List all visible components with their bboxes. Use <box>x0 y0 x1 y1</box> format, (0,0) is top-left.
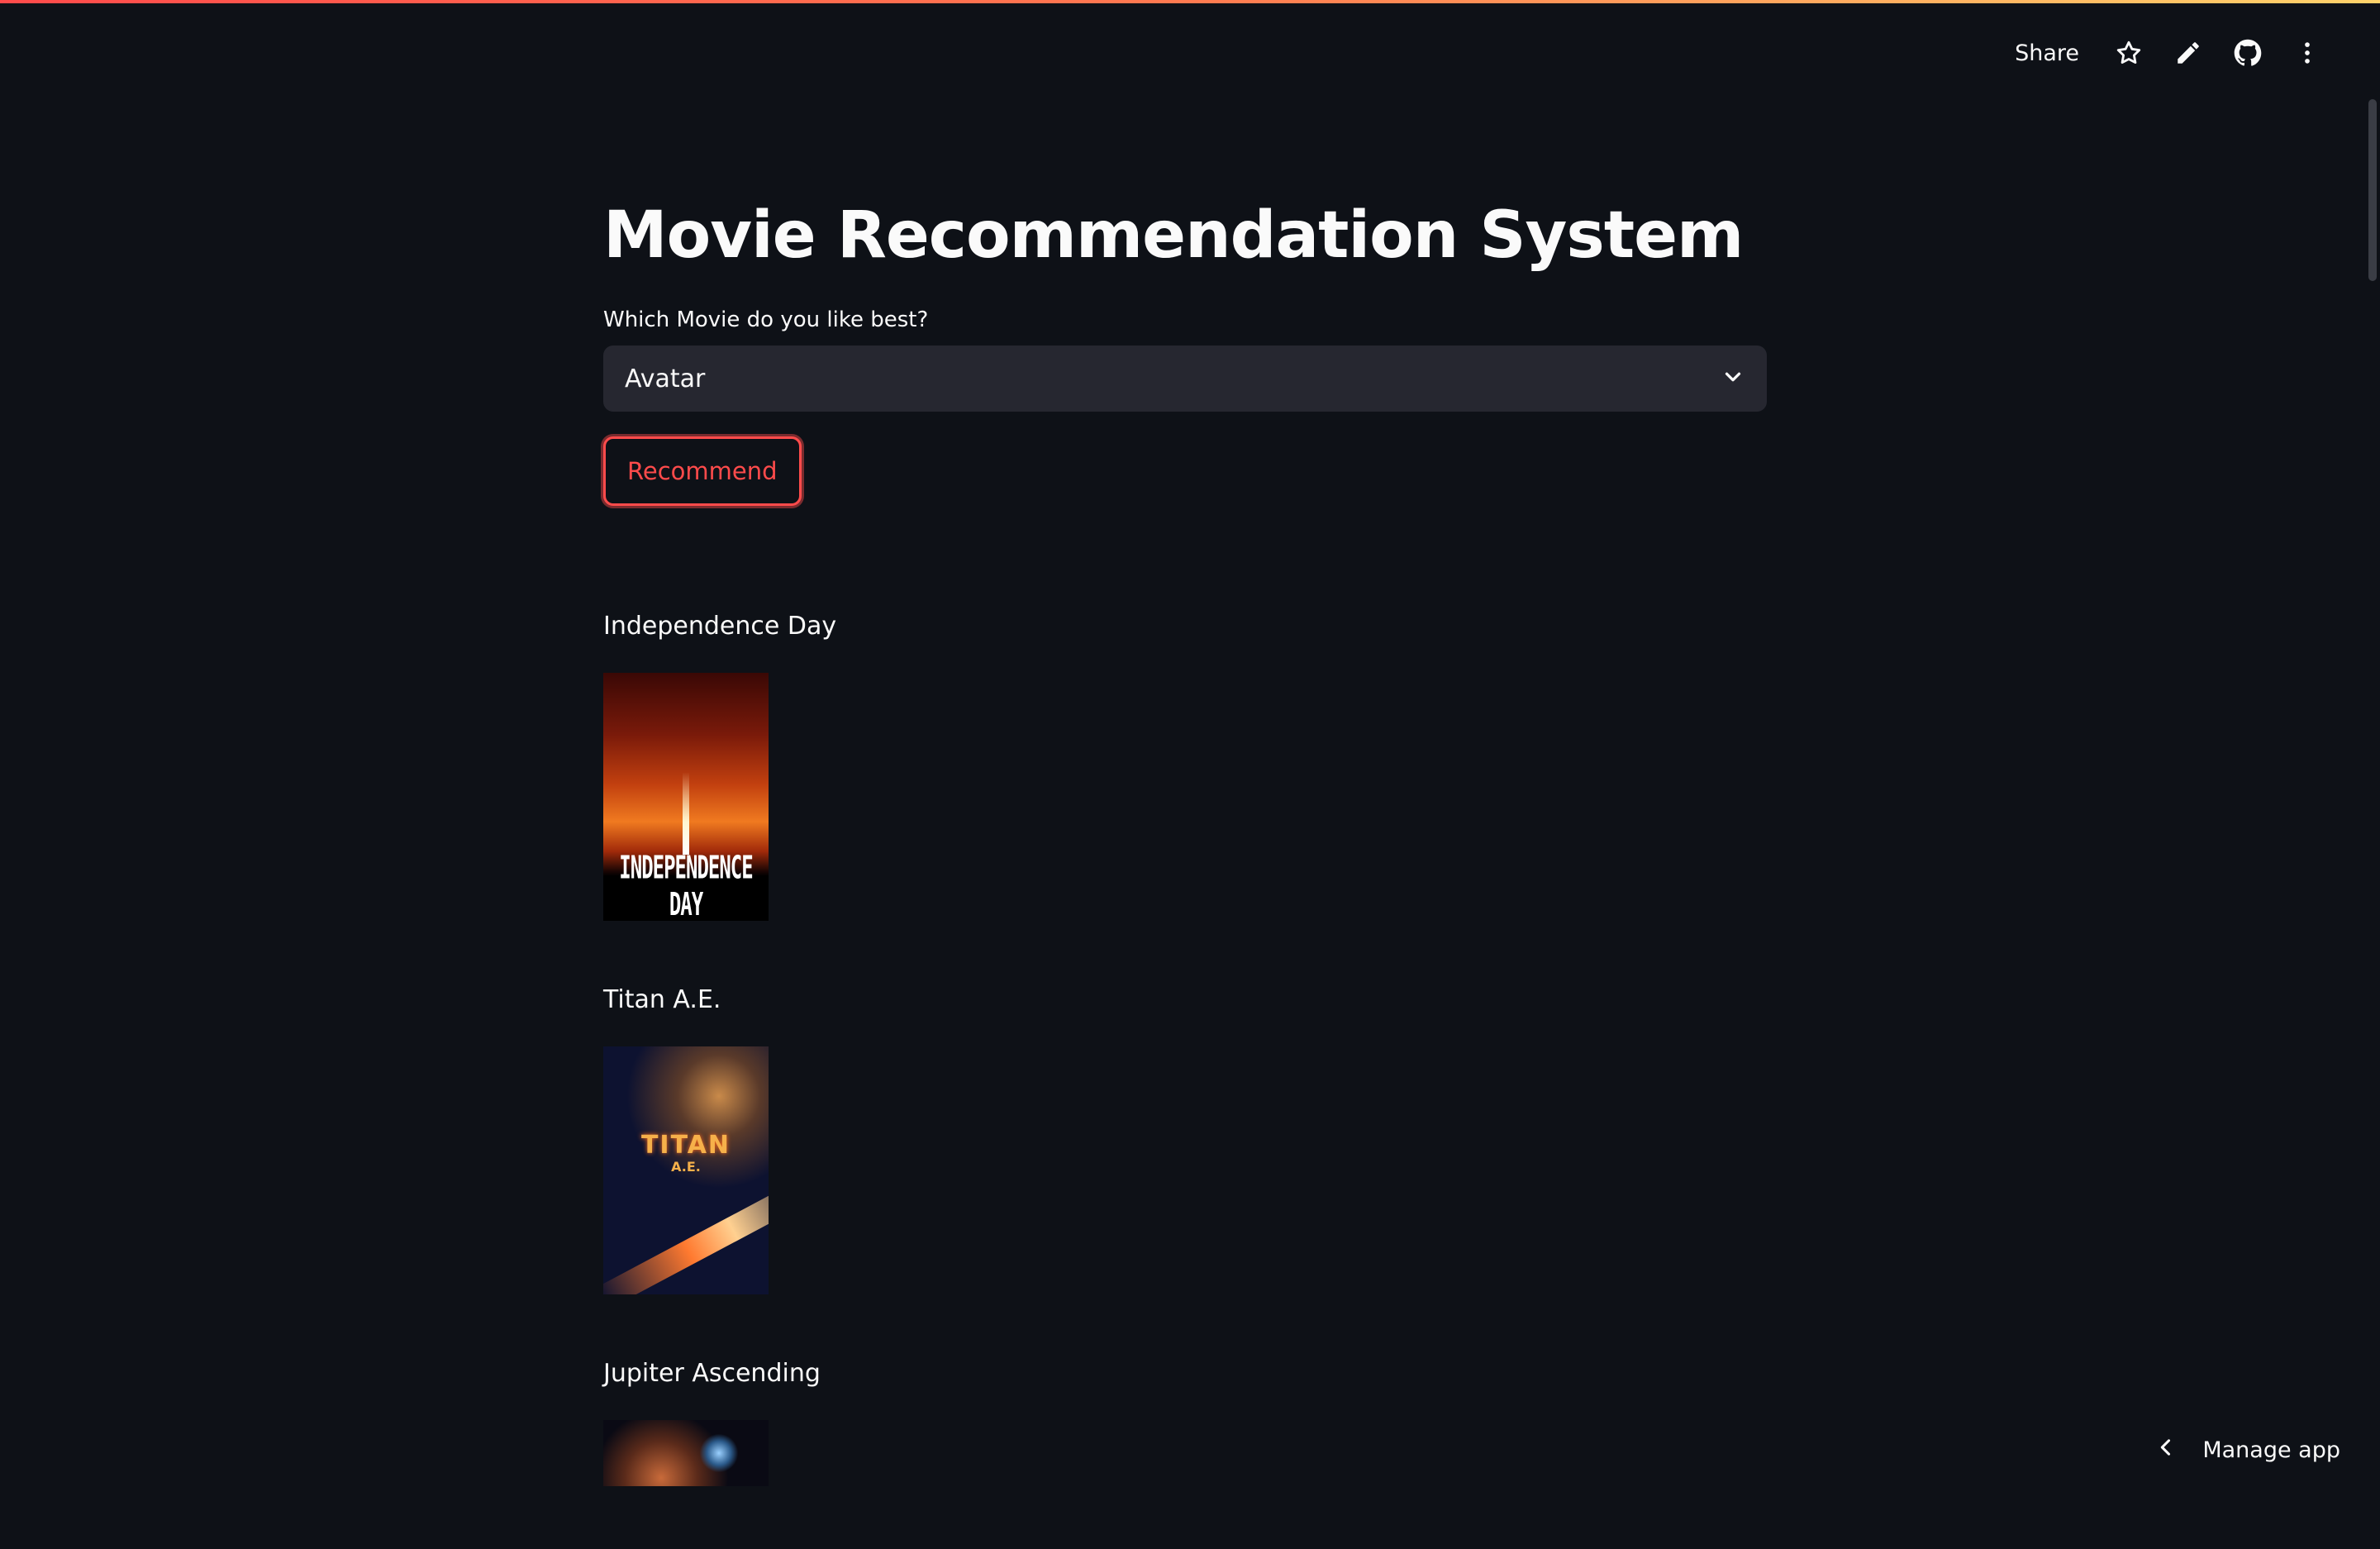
recommendation-list: Independence Day INDEPENDENCE DAY Titan … <box>603 610 1767 1486</box>
poster-wordmark: TITAN <box>603 1131 769 1160</box>
recommend-button[interactable]: Recommend <box>603 436 802 506</box>
movie-select-label: Which Movie do you like best? <box>603 307 1767 332</box>
header-toolbar: Share <box>2015 38 2322 68</box>
poster-subword: A.E. <box>603 1159 769 1175</box>
poster-beam <box>683 772 689 855</box>
more-vertical-icon[interactable] <box>2292 38 2322 68</box>
movie-poster: TITAN A.E. <box>603 1046 769 1294</box>
top-decoration-bar <box>0 0 2380 3</box>
manage-app-label: Manage app <box>2202 1437 2340 1463</box>
movie-select-value: Avatar <box>625 365 705 393</box>
movie-title: Jupiter Ascending <box>603 1357 1767 1390</box>
star-icon[interactable] <box>2114 38 2144 68</box>
main-content: Movie Recommendation System Which Movie … <box>603 190 1767 1549</box>
list-item: Independence Day INDEPENDENCE DAY <box>603 610 1767 921</box>
chevron-left-icon <box>2154 1436 2178 1465</box>
movie-title: Titan A.E. <box>603 984 1767 1017</box>
movie-select[interactable]: Avatar <box>603 346 1767 412</box>
movie-title: Independence Day <box>603 610 1767 643</box>
list-item: Titan A.E. TITAN A.E. <box>603 984 1767 1294</box>
page-title: Movie Recommendation System <box>603 190 1767 281</box>
share-button[interactable]: Share <box>2015 41 2079 66</box>
github-icon[interactable] <box>2233 38 2263 68</box>
scrollbar[interactable] <box>2368 99 2377 281</box>
movie-poster <box>603 1420 769 1486</box>
poster-wordmark: INDEPENDENCE DAY <box>603 849 769 921</box>
list-item: Jupiter Ascending <box>603 1357 1767 1486</box>
poster-streak <box>603 1171 769 1294</box>
chevron-down-icon <box>1721 365 1745 393</box>
movie-poster: INDEPENDENCE DAY <box>603 673 769 921</box>
manage-app-button[interactable]: Manage app <box>2154 1436 2340 1465</box>
pencil-icon[interactable] <box>2173 38 2203 68</box>
